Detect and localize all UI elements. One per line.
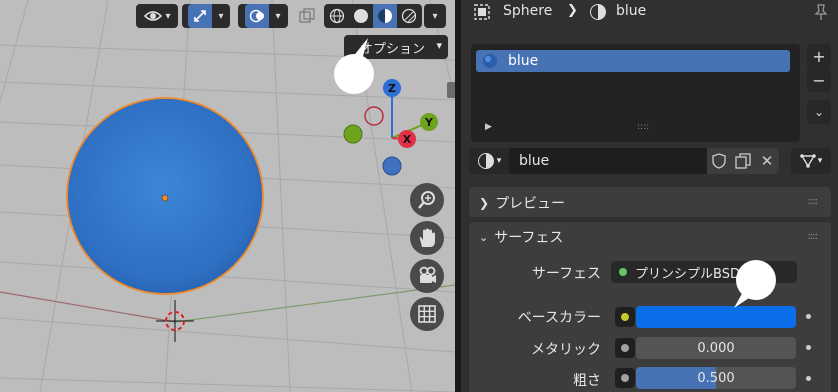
viewport-header: ▾ ▾ ▾ ▾ xyxy=(0,0,455,34)
base-color-socket[interactable] xyxy=(615,307,635,327)
fake-user-button[interactable] xyxy=(707,148,731,174)
shader-socket-icon xyxy=(619,268,627,276)
slot-specials-button[interactable]: ⌄ xyxy=(807,100,831,124)
metallic-slider[interactable]: 0.000 xyxy=(636,337,796,359)
keyframe-dot-icon[interactable] xyxy=(806,314,811,319)
shield-icon xyxy=(712,153,726,169)
list-item[interactable]: blue xyxy=(476,50,790,72)
shading-solid-icon[interactable] xyxy=(349,8,373,24)
socket-gray-icon xyxy=(621,374,629,382)
gizmo-z-label: Z xyxy=(388,82,396,95)
chevron-right-icon: ❯ xyxy=(567,3,578,18)
plus-icon: + xyxy=(812,46,826,66)
ortho-toggle-button[interactable] xyxy=(410,297,444,331)
metallic-label: メタリック xyxy=(531,342,601,358)
material-sphere-icon xyxy=(483,54,497,68)
shading-options-dropdown[interactable]: ▾ xyxy=(424,4,446,28)
breadcrumb-material: blue xyxy=(616,3,647,19)
sphere-object[interactable] xyxy=(60,90,270,302)
surface-panel-title[interactable]: ⌄ サーフェス xyxy=(479,227,563,247)
breadcrumb: Sphere ❯ blue xyxy=(461,0,838,24)
close-icon: ✕ xyxy=(760,152,774,170)
drag-grip-icon[interactable]: :::: xyxy=(808,196,819,207)
hand-pan-icon xyxy=(419,228,435,247)
object-icon xyxy=(474,4,490,20)
gizmo-icon xyxy=(188,4,213,28)
slot-label: blue xyxy=(508,53,539,69)
touch-cursor-indicator xyxy=(734,260,776,308)
overlay-toggle-button[interactable]: ▾ xyxy=(238,4,288,28)
pin-icon[interactable] xyxy=(813,3,829,21)
material-icon xyxy=(477,153,494,169)
camera-icon xyxy=(419,266,436,283)
shading-wireframe-icon[interactable] xyxy=(325,8,349,24)
roughness-slider[interactable]: 0.500 xyxy=(636,367,796,389)
pan-button[interactable] xyxy=(410,221,444,255)
xray-icon xyxy=(299,8,315,23)
material-name-field[interactable]: blue xyxy=(509,148,707,174)
material-name-value: blue xyxy=(519,153,550,169)
chevron-down-icon: ⌄ xyxy=(479,230,489,244)
keyframe-dot-icon[interactable] xyxy=(806,345,811,350)
gizmo-x-label: X xyxy=(403,133,412,146)
add-slot-button[interactable]: + xyxy=(807,44,831,68)
drag-grip-icon[interactable]: :::: xyxy=(808,231,819,242)
shading-mode-group xyxy=(324,4,422,28)
minus-icon: − xyxy=(812,70,826,90)
sidebar-toggle-tab[interactable] xyxy=(447,82,455,98)
material-browse-button[interactable]: ▾ xyxy=(469,148,509,174)
roughness-value: 0.500 xyxy=(697,370,735,386)
chevron-down-icon: ▾ xyxy=(436,39,442,52)
resize-grip-icon[interactable]: :::: xyxy=(637,122,649,132)
select-visibility-icon xyxy=(144,11,163,21)
metallic-socket[interactable] xyxy=(615,338,635,358)
xray-button[interactable] xyxy=(294,4,320,28)
zoom-icon xyxy=(418,191,435,209)
socket-yellow-icon xyxy=(621,313,629,321)
remove-slot-button[interactable]: − xyxy=(807,68,831,92)
chevron-down-icon: ▾ xyxy=(432,10,438,22)
overlay-icon xyxy=(245,4,270,28)
link-data-icon xyxy=(799,154,816,168)
socket-gray-icon xyxy=(621,344,629,352)
chevron-right-icon: ❯ xyxy=(479,196,490,210)
touch-cursor-tail xyxy=(352,38,368,60)
material-slot-list[interactable]: blue ▶ :::: xyxy=(471,44,800,142)
zoom-button[interactable] xyxy=(410,183,444,217)
chevron-down-icon: ⌄ xyxy=(813,105,825,119)
link-mode-dropdown[interactable]: ▾ xyxy=(791,148,831,174)
expand-arrow-icon[interactable]: ▶ xyxy=(485,122,492,132)
base-color-label: ベースカラー xyxy=(517,310,601,326)
properties-editor: Sphere ❯ blue blue ▶ :::: + − ⌄ ▾ blue ✕… xyxy=(461,0,838,392)
gizmo-y-label: Y xyxy=(424,116,434,129)
shading-rendered-icon[interactable] xyxy=(397,8,421,24)
gizmo-toggle-button[interactable]: ▾ xyxy=(182,4,230,28)
camera-view-button[interactable] xyxy=(410,259,444,293)
roughness-label: 粗さ xyxy=(573,373,601,389)
breadcrumb-object: Sphere xyxy=(503,3,553,19)
preview-panel-title: ❯ プレビュー xyxy=(479,196,566,212)
3d-viewport[interactable]: ▾ ▾ ▾ ▾ オプション ▾ Z Y X xyxy=(0,0,455,392)
shading-material-icon[interactable] xyxy=(373,4,397,28)
preview-panel-header[interactable]: ❯ プレビュー :::: xyxy=(469,187,831,217)
surface-label: サーフェス xyxy=(531,266,601,282)
select-visibility-button[interactable]: ▾ xyxy=(136,4,178,28)
duplicate-material-button[interactable] xyxy=(731,148,755,174)
blender-window: ▾ ▾ ▾ ▾ オプション ▾ Z Y X Sphere ❯ blue blue… xyxy=(0,0,838,392)
metallic-value: 0.000 xyxy=(697,340,735,356)
unlink-material-button[interactable]: ✕ xyxy=(755,148,779,174)
keyframe-dot-icon[interactable] xyxy=(806,376,811,381)
material-icon xyxy=(590,4,606,20)
duplicate-icon xyxy=(735,153,751,169)
3d-cursor-icon[interactable] xyxy=(156,300,194,342)
grid-view-icon xyxy=(418,305,436,323)
roughness-socket[interactable] xyxy=(615,368,635,388)
